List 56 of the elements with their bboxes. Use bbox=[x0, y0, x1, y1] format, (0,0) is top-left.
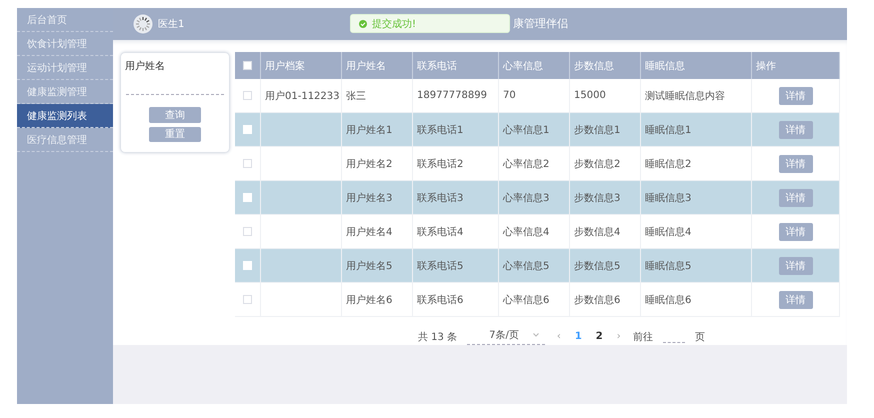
details-button[interactable]: 详情 bbox=[778, 222, 812, 240]
details-button[interactable]: 详情 bbox=[778, 154, 812, 172]
table-cell: 睡眠信息3 bbox=[640, 180, 752, 214]
checkbox[interactable] bbox=[243, 60, 252, 70]
form-button[interactable]: 查询 bbox=[149, 107, 201, 123]
column-header: 心率信息 bbox=[498, 52, 570, 79]
table-cell: 睡眠信息6 bbox=[640, 282, 752, 316]
table-cell: 联系电话5 bbox=[412, 248, 498, 282]
details-button[interactable]: 详情 bbox=[778, 120, 812, 138]
next-page-button[interactable]: › bbox=[614, 331, 623, 342]
table-cell: 心率信息6 bbox=[498, 282, 570, 316]
field-label: 用户姓名 bbox=[125, 60, 165, 73]
previous-page-button[interactable]: ‹ bbox=[554, 331, 563, 342]
table-cell: 心率信息1 bbox=[498, 112, 570, 146]
page-number[interactable]: 2 bbox=[594, 331, 605, 342]
chevron-down-icon bbox=[532, 333, 539, 337]
page-unit-label: 页 bbox=[694, 330, 705, 344]
details-button[interactable]: 详情 bbox=[778, 86, 812, 104]
column-header: 步数信息 bbox=[570, 52, 640, 79]
table-cell: 联系电话1 bbox=[412, 112, 498, 146]
checkbox[interactable] bbox=[243, 158, 252, 168]
success-icon bbox=[359, 20, 367, 28]
details-button[interactable]: 详情 bbox=[778, 188, 812, 206]
table-cell: 睡眠信息5 bbox=[640, 248, 752, 282]
table-cell: 步数信息5 bbox=[570, 248, 640, 282]
table-cell: 步数信息3 bbox=[570, 180, 640, 214]
table-cell: 步数信息1 bbox=[570, 112, 640, 146]
checkbox[interactable] bbox=[243, 90, 252, 100]
table-cell: 联系电话6 bbox=[412, 282, 498, 316]
table-cell: 步数信息6 bbox=[570, 282, 640, 316]
column-header: 联系电话 bbox=[412, 52, 498, 79]
table-cell: 用户姓名5 bbox=[342, 248, 412, 282]
checkbox[interactable] bbox=[243, 226, 252, 236]
column-header: 用户档案 bbox=[260, 52, 342, 79]
details-button[interactable]: 详情 bbox=[778, 256, 812, 274]
column-header: 操作 bbox=[752, 52, 840, 79]
loading-spinner-icon bbox=[133, 14, 153, 34]
table-cell: 心率信息3 bbox=[498, 180, 570, 214]
checkbox[interactable] bbox=[243, 294, 252, 304]
table-cell: 睡眠信息1 bbox=[640, 112, 752, 146]
details-button[interactable]: 详情 bbox=[778, 290, 812, 308]
table-cell: 用户姓名3 bbox=[342, 180, 412, 214]
user-name: 医生1 bbox=[158, 18, 184, 31]
total-count: 共 13 条 bbox=[418, 330, 458, 344]
column-header: 睡眠信息 bbox=[640, 52, 752, 79]
page-number[interactable]: 1 bbox=[572, 331, 584, 342]
app-title: 康管理伴侣 bbox=[513, 16, 568, 31]
form-button[interactable]: 重置 bbox=[149, 126, 201, 142]
table-cell: 用户姓名1 bbox=[342, 112, 412, 146]
goto-label: 前往 bbox=[632, 330, 653, 344]
toast-message: 提交成功! bbox=[372, 18, 416, 30]
column-header: 用户姓名 bbox=[342, 52, 412, 79]
table-cell: 联系电话3 bbox=[412, 180, 498, 214]
sidebar-item[interactable]: 健康监测列表 bbox=[17, 104, 113, 128]
table-cell: 用户姓名6 bbox=[342, 282, 412, 316]
table-cell: 心率信息5 bbox=[498, 248, 570, 282]
